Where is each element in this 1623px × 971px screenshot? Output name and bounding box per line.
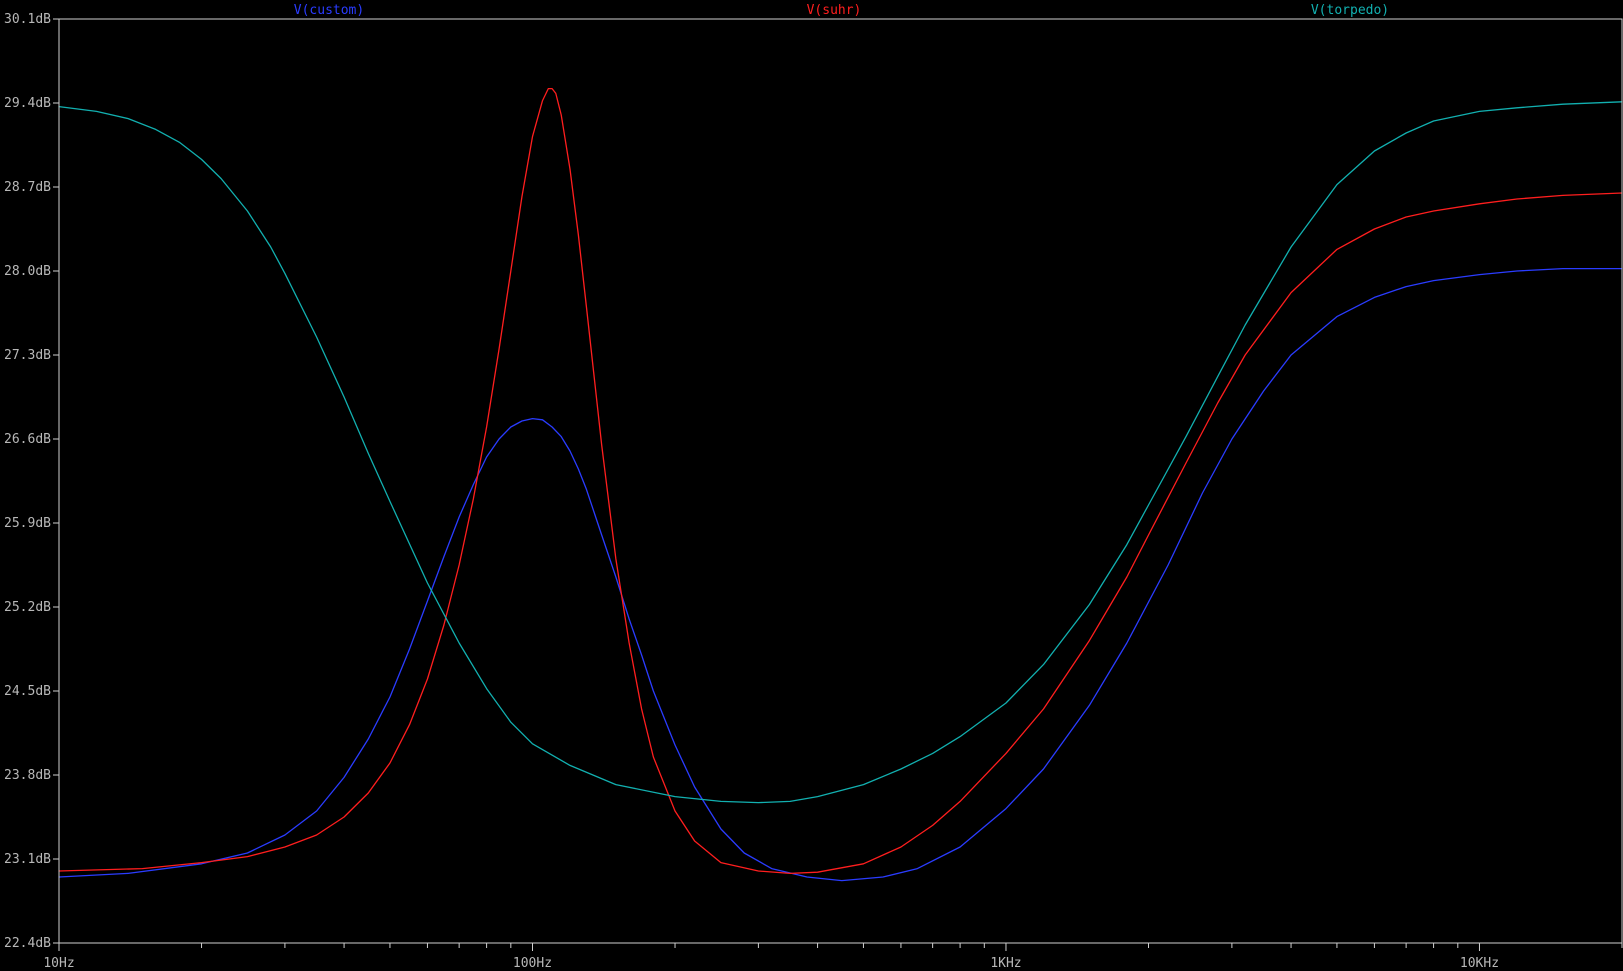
x-tick-label: 1KHz [990,956,1021,971]
y-tick-label: 25.2dB [4,600,51,615]
legend-entry[interactable]: V(torpedo) [1311,3,1389,18]
y-tick-label: 23.1dB [4,852,51,867]
y-tick-label: 30.1dB [4,12,51,27]
y-tick-label: 28.7dB [4,180,51,195]
legend-entry[interactable]: V(custom) [294,3,364,18]
y-tick-label: 25.9dB [4,516,51,531]
y-tick-label: 24.5dB [4,684,51,699]
y-tick-label: 22.4dB [4,936,51,951]
x-tick-label: 10Hz [43,956,74,971]
legend-entry[interactable]: V(suhr) [807,3,862,18]
x-tick-label: 10KHz [1460,956,1499,971]
y-tick-label: 26.6dB [4,432,51,447]
y-tick-label: 23.8dB [4,768,51,783]
y-tick-label: 29.4dB [4,96,51,111]
y-tick-label: 28.0dB [4,264,51,279]
frequency-response-chart: 30.1dB 29.4dB 28.7dB 28.0dB 27.3dB 26.6dB 25.9… [0,0,1623,971]
x-tick-label: 100Hz [513,956,552,971]
chart-background [0,0,1623,971]
y-tick-label: 27.3dB [4,348,51,363]
